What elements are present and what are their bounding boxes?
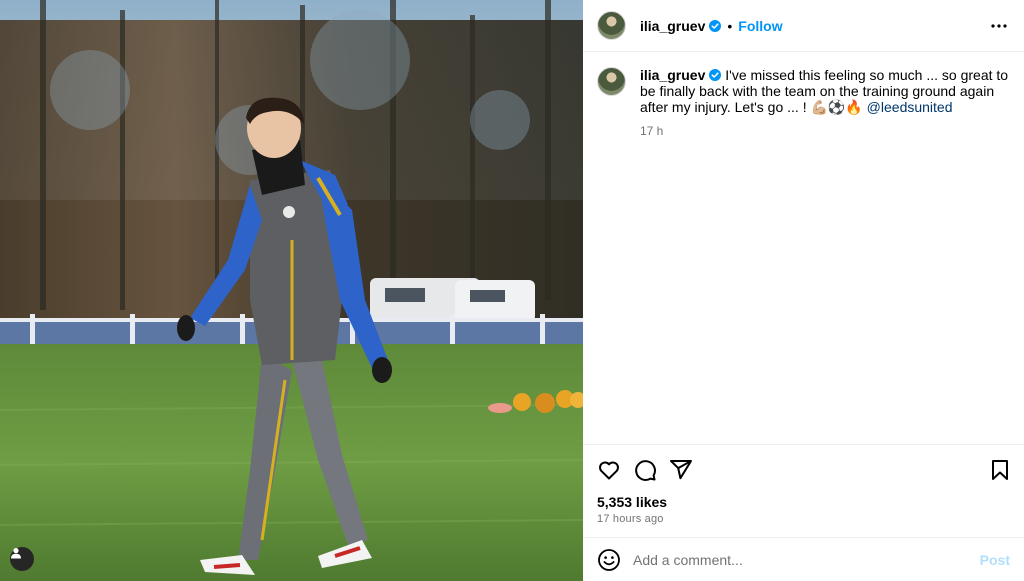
header-separator: •: [727, 17, 733, 34]
caption-timestamp[interactable]: 17 h: [640, 123, 1010, 139]
header-username[interactable]: ilia_gruev: [640, 18, 705, 34]
heart-icon[interactable]: [597, 458, 621, 482]
post-caption: ilia_gruev I've missed this feeling so m…: [597, 67, 1012, 139]
more-options-icon[interactable]: [990, 17, 1008, 35]
post-comment-button[interactable]: Post: [980, 552, 1010, 568]
caption-verified-badge-icon: [709, 69, 722, 81]
post-header: ilia_gruev • Follow: [583, 0, 1024, 52]
header-avatar[interactable]: [597, 11, 626, 40]
bookmark-icon[interactable]: [988, 458, 1012, 482]
post-photo[interactable]: [0, 0, 583, 581]
follow-button[interactable]: Follow: [738, 18, 782, 34]
add-comment-bar: Post: [583, 537, 1024, 581]
emoji-icon[interactable]: [597, 548, 621, 572]
tagged-people-button[interactable]: [10, 547, 34, 571]
caption-avatar[interactable]: [597, 67, 626, 96]
caption-username[interactable]: ilia_gruev: [640, 67, 705, 83]
post-date[interactable]: 17 hours ago: [597, 513, 664, 525]
comment-input[interactable]: [633, 551, 963, 568]
caption-mention-link[interactable]: @leedsunited: [867, 99, 953, 115]
training-photo: [0, 0, 583, 581]
comment-icon[interactable]: [633, 458, 657, 482]
person-tag-icon: [11, 548, 21, 559]
post-side-panel: ilia_gruev • Follow ilia_gruev I've miss…: [583, 0, 1024, 581]
caption-body: ilia_gruev I've missed this feeling so m…: [640, 67, 1010, 139]
share-icon[interactable]: [669, 458, 693, 482]
verified-badge-icon: [709, 19, 722, 32]
likes-count[interactable]: 5,353 likes: [597, 494, 667, 510]
post-actions-section: 5,353 likes 17 hours ago: [583, 444, 1024, 537]
